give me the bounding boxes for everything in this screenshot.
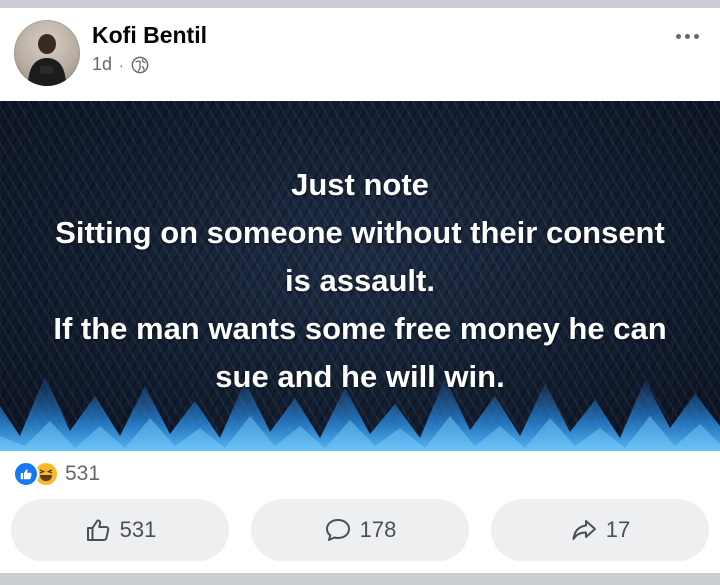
share-count: 17 bbox=[605, 517, 631, 542]
post-meta: 1d · bbox=[92, 54, 149, 75]
person-silhouette-icon bbox=[28, 34, 66, 86]
more-options-icon[interactable] bbox=[676, 34, 699, 39]
reaction-count: 531 bbox=[65, 462, 101, 485]
post-time[interactable]: 1d bbox=[92, 54, 112, 75]
post-text-line: If the man wants some free money he can bbox=[53, 311, 667, 346]
comment-icon bbox=[325, 519, 350, 541]
comment-count: 178 bbox=[359, 517, 397, 542]
post-text-line: Just note bbox=[291, 167, 429, 202]
post-text-line: sue and he will win. bbox=[215, 359, 505, 394]
globe-icon[interactable] bbox=[131, 56, 149, 74]
comment-button[interactable]: 178 bbox=[251, 499, 469, 561]
top-divider bbox=[0, 0, 720, 8]
reactions-summary[interactable]: 531 bbox=[13, 461, 100, 487]
like-button[interactable]: 531 bbox=[11, 499, 229, 561]
share-icon bbox=[572, 520, 596, 540]
meta-separator: · bbox=[119, 56, 124, 73]
post-content: Just note Sitting on someone without the… bbox=[0, 101, 720, 451]
post-text-line: is assault. bbox=[285, 263, 435, 298]
post-text: Just note Sitting on someone without the… bbox=[0, 161, 720, 401]
author-avatar[interactable] bbox=[14, 20, 80, 86]
author-name[interactable]: Kofi Bentil bbox=[92, 22, 207, 49]
like-reaction-icon bbox=[13, 461, 39, 487]
like-count: 531 bbox=[119, 517, 157, 542]
post-text-line: Sitting on someone without their consent bbox=[55, 215, 665, 250]
thumbs-up-icon bbox=[86, 519, 109, 541]
share-button[interactable]: 17 bbox=[491, 499, 709, 561]
bottom-divider bbox=[0, 573, 720, 585]
